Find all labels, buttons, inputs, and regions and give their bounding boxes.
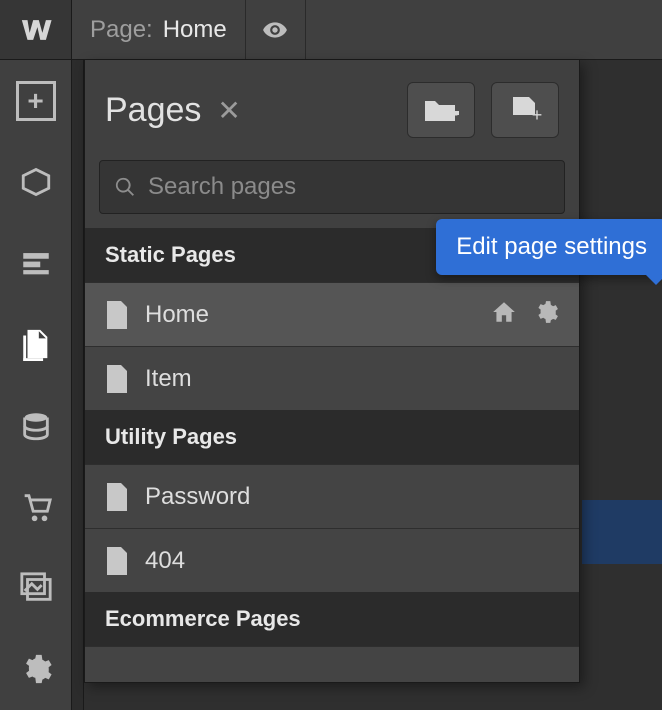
page-indicator[interactable]: Page: Home xyxy=(72,0,246,59)
page-icon xyxy=(105,483,129,511)
section-ecommerce-pages: Ecommerce Pages xyxy=(85,592,579,646)
search-row xyxy=(85,160,579,228)
topbar: Page: Home xyxy=(0,0,662,60)
page-row-404[interactable]: 404 xyxy=(85,528,579,592)
panel-gutter xyxy=(72,60,84,710)
new-page-button[interactable]: + xyxy=(491,82,559,138)
svg-text:+: + xyxy=(448,105,459,125)
search-input[interactable] xyxy=(148,173,550,201)
settings-button[interactable] xyxy=(0,629,71,710)
page-indicator-value: Home xyxy=(163,16,227,44)
navigator-button[interactable] xyxy=(0,223,71,304)
plus-icon: + xyxy=(16,81,56,121)
page-row-empty xyxy=(85,646,579,682)
left-sidebar: + xyxy=(0,60,72,710)
page-name: Password xyxy=(145,483,559,511)
page-name: Home xyxy=(145,301,475,329)
page-name: 404 xyxy=(145,547,559,575)
new-folder-button[interactable]: + xyxy=(407,82,475,138)
ecommerce-button[interactable] xyxy=(0,466,71,547)
page-icon xyxy=(105,365,129,393)
search-box[interactable] xyxy=(99,160,565,214)
home-icon xyxy=(491,299,517,330)
pages-button[interactable] xyxy=(0,304,71,385)
page-row-password[interactable]: Password xyxy=(85,464,579,528)
symbols-button[interactable] xyxy=(0,141,71,222)
webflow-logo[interactable] xyxy=(0,0,72,59)
panel-title: Pages xyxy=(105,91,201,130)
page-name: Item xyxy=(145,365,559,393)
section-utility-pages: Utility Pages xyxy=(85,410,579,464)
tooltip-edit-page-settings: Edit page settings xyxy=(436,219,662,275)
page-icon xyxy=(105,301,129,329)
cms-button[interactable] xyxy=(0,385,71,466)
page-row-item[interactable]: Item xyxy=(85,346,579,410)
search-icon xyxy=(114,176,136,198)
assets-button[interactable] xyxy=(0,548,71,629)
page-icon xyxy=(105,547,129,575)
page-indicator-label: Page: xyxy=(90,16,153,44)
stage-selection-hint xyxy=(582,500,662,564)
page-row-home[interactable]: Home Edit page settings xyxy=(85,282,579,346)
panel-header: Pages ✕ + + xyxy=(85,60,579,160)
add-element-button[interactable]: + xyxy=(0,60,71,141)
pages-panel: Pages ✕ + + Static Pages Home Edit page … xyxy=(84,60,580,683)
page-settings-button[interactable] xyxy=(533,299,559,330)
close-panel-button[interactable]: ✕ xyxy=(217,94,240,127)
svg-text:+: + xyxy=(532,105,543,125)
preview-button[interactable] xyxy=(246,0,306,59)
